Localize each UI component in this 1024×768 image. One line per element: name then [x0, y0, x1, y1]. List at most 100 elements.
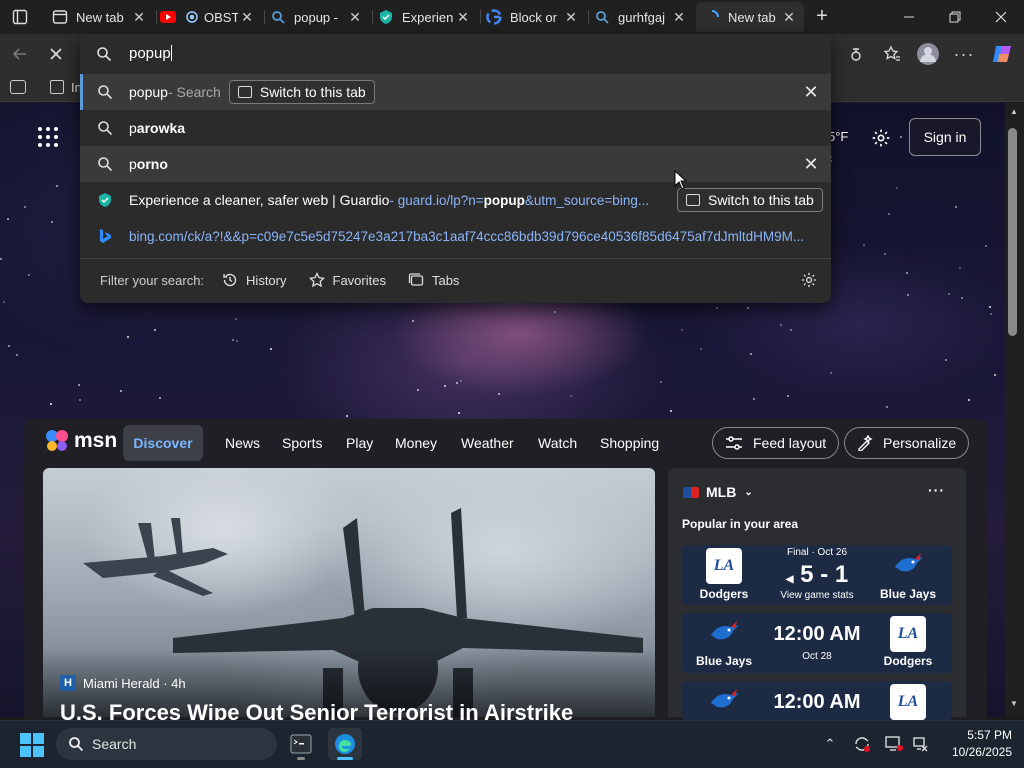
windows-start-icon[interactable]	[20, 733, 44, 757]
page-settings-icon[interactable]	[868, 125, 894, 151]
tab-guardio[interactable]: Experien ✕	[370, 2, 478, 32]
nav-watch[interactable]: Watch	[538, 425, 577, 461]
star-dot	[681, 329, 683, 331]
back-button[interactable]	[6, 40, 34, 68]
close-tab-icon[interactable]: ✕	[670, 8, 688, 26]
search-icon	[80, 84, 129, 100]
sign-in-button[interactable]: Sign in	[909, 118, 981, 156]
stop-loading-button[interactable]	[42, 40, 70, 68]
switch-to-tab-button[interactable]: Switch to this tab	[228, 80, 375, 104]
apps-launcher-icon[interactable]	[38, 127, 58, 147]
tab-new-tab[interactable]: New tab ✕	[44, 2, 154, 32]
tab-popup-search[interactable]: popup - ✕	[262, 2, 370, 32]
star-dot	[945, 359, 947, 361]
taskbar-search[interactable]: Search	[56, 728, 277, 760]
address-input-value: popup	[129, 45, 171, 62]
suggestion-porno[interactable]: p orno ✕	[80, 146, 831, 182]
address-input[interactable]: popup	[129, 45, 172, 62]
star-dot	[985, 245, 987, 247]
nav-news[interactable]: News	[225, 425, 260, 461]
close-tab-icon[interactable]: ✕	[130, 8, 148, 26]
scroll-up-icon[interactable]: ▲	[1010, 107, 1018, 116]
sliders-icon	[726, 436, 742, 450]
view-game-stats-link[interactable]: View game stats	[757, 590, 877, 601]
tab-new-tab-active[interactable]: New tab ✕	[696, 2, 804, 32]
home-team-name: Blue Jays	[695, 654, 753, 668]
star-dot	[670, 410, 672, 412]
tab-youtube[interactable]: OBST ✕	[152, 2, 262, 32]
weather-temperature[interactable]: 5°F	[828, 129, 848, 144]
copilot-button[interactable]	[988, 40, 1016, 68]
close-tab-icon[interactable]: ✕	[454, 8, 472, 26]
nav-discover[interactable]: Discover	[123, 425, 203, 461]
profile-button[interactable]	[914, 40, 942, 68]
suggestion-text: orno	[136, 156, 168, 172]
youtube-icon	[160, 9, 176, 25]
new-tab-button[interactable]: +	[810, 4, 834, 28]
filter-label: Filter your search:	[100, 272, 205, 288]
remove-suggestion-icon[interactable]: ✕	[801, 154, 821, 174]
restore-button[interactable]	[932, 0, 978, 34]
suggestion-parowka[interactable]: p arowka	[80, 110, 831, 146]
star-dot	[232, 339, 234, 341]
tracking-prevention-button[interactable]	[842, 40, 870, 68]
filter-favorites[interactable]: Favorites	[308, 272, 386, 288]
filter-tabs[interactable]: Tabs	[408, 272, 459, 288]
favorites-button[interactable]	[878, 40, 906, 68]
close-tab-icon[interactable]: ✕	[780, 8, 798, 26]
scroll-down-icon[interactable]: ▼	[1010, 699, 1018, 708]
switch-to-tab-button[interactable]: Switch to this tab	[677, 188, 823, 212]
display-icon[interactable]	[883, 733, 905, 755]
personalize-button[interactable]: Personalize	[844, 427, 970, 459]
taskbar-app-edge[interactable]	[328, 728, 362, 760]
game-card[interactable]: LA Dodgers Final · Oct 26 ◀ 5 - 1 View g…	[682, 545, 952, 605]
nav-shopping[interactable]: Shopping	[600, 425, 659, 461]
system-clock[interactable]: 5:57 PM 10/26/2025	[940, 727, 1012, 761]
settings-more-icon[interactable]: ···	[950, 40, 978, 68]
nav-play[interactable]: Play	[346, 425, 373, 461]
search-icon	[594, 9, 610, 25]
star-dot	[780, 324, 782, 326]
tab-block-or[interactable]: Block or ✕	[478, 2, 586, 32]
suggestion-bing-url[interactable]: bing.com/ck/a?!&&p=c09e7c5e5d75247e3a217…	[80, 218, 831, 254]
nav-weather[interactable]: Weather	[461, 425, 514, 461]
tab-strip: New tab ✕ OBST ✕ popup - ✕ Experien ✕ Bl…	[0, 0, 1024, 34]
hero-source[interactable]: H Miami Herald · 4h	[60, 675, 186, 691]
bookmark-folder-icon[interactable]	[50, 80, 64, 94]
msn-logo[interactable]: msn	[44, 428, 117, 454]
newtab-icon	[52, 9, 68, 25]
feed-layout-button[interactable]: Feed layout	[712, 427, 840, 459]
star-dot	[127, 336, 129, 338]
nav-money[interactable]: Money	[395, 425, 437, 461]
filter-history[interactable]: History	[222, 272, 287, 288]
network-off-icon[interactable]	[909, 733, 931, 755]
star-dot	[56, 185, 58, 187]
show-hidden-icons-icon[interactable]: ⌃	[819, 733, 841, 755]
close-tab-icon[interactable]: ✕	[238, 8, 256, 26]
popular-heading: Popular in your area	[682, 517, 799, 531]
remove-suggestion-icon[interactable]: ✕	[801, 82, 821, 102]
minimize-button[interactable]	[886, 0, 932, 34]
close-tab-icon[interactable]: ✕	[562, 8, 580, 26]
close-window-button[interactable]	[978, 0, 1024, 34]
taskbar-app-terminal[interactable]	[284, 728, 318, 760]
star-dot	[236, 340, 238, 342]
game-time: 12:00 AM	[773, 623, 861, 645]
suggestion-guardio[interactable]: Experience a cleaner, safer web | Guardi…	[80, 182, 831, 218]
search-settings-icon[interactable]	[799, 270, 819, 290]
blue-jays-logo-icon	[706, 684, 742, 720]
sync-icon[interactable]	[851, 733, 873, 755]
nav-sports[interactable]: Sports	[282, 425, 322, 461]
tab-actions-icon[interactable]	[6, 5, 34, 29]
collections-icon[interactable]	[10, 80, 26, 94]
scroll-thumb[interactable]	[1008, 128, 1017, 336]
address-bar[interactable]: popup	[80, 34, 831, 74]
suggestion-popup-search[interactable]: popup - Search Switch to this tab ✕	[80, 74, 831, 110]
game-card[interactable]: 12:00 AM LA	[682, 681, 952, 721]
more-options-icon[interactable]: ···	[928, 482, 945, 498]
league-selector[interactable]: MLB ⌄	[683, 484, 753, 500]
blue-jays-logo-icon	[706, 616, 742, 652]
close-tab-icon[interactable]: ✕	[346, 8, 364, 26]
tab-gurhfgaj[interactable]: gurhfgaj ✕	[586, 2, 694, 32]
game-card[interactable]: Blue Jays 12:00 AM Oct 28 LA Dodgers	[682, 613, 952, 673]
